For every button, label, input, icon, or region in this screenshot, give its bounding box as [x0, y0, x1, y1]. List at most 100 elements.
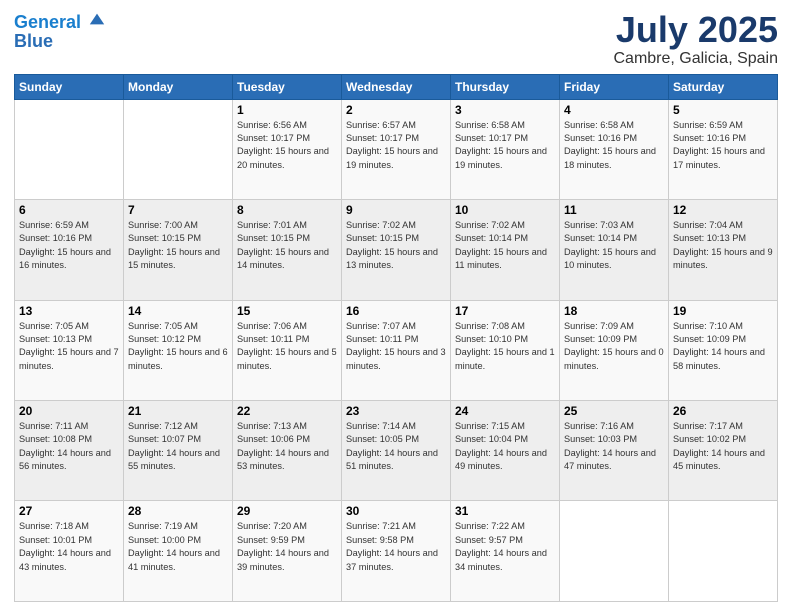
day-info: Sunrise: 7:01 AM Sunset: 10:15 PM Daylig…	[237, 219, 337, 272]
day-number: 26	[673, 404, 773, 418]
day-info: Sunrise: 7:15 AM Sunset: 10:04 PM Daylig…	[455, 420, 555, 473]
calendar-cell: 4 Sunrise: 6:58 AM Sunset: 10:16 PM Dayli…	[560, 99, 669, 199]
day-number: 8	[237, 203, 337, 217]
day-info: Sunrise: 7:21 AM Sunset: 9:58 PM Dayligh…	[346, 520, 446, 573]
day-number: 2	[346, 103, 446, 117]
day-info: Sunrise: 6:59 AM Sunset: 10:16 PM Daylig…	[673, 119, 773, 172]
day-info: Sunrise: 7:22 AM Sunset: 9:57 PM Dayligh…	[455, 520, 555, 573]
calendar-cell: 31 Sunrise: 7:22 AM Sunset: 9:57 PM Dayli…	[451, 501, 560, 602]
day-number: 12	[673, 203, 773, 217]
day-number: 4	[564, 103, 664, 117]
calendar-week-row: 27 Sunrise: 7:18 AM Sunset: 10:01 PM Dayl…	[15, 501, 778, 602]
day-info: Sunrise: 7:09 AM Sunset: 10:09 PM Daylig…	[564, 320, 664, 373]
calendar-cell: 23 Sunrise: 7:14 AM Sunset: 10:05 PM Dayl…	[342, 401, 451, 501]
day-number: 18	[564, 304, 664, 318]
calendar-cell	[560, 501, 669, 602]
day-number: 3	[455, 103, 555, 117]
day-number: 22	[237, 404, 337, 418]
calendar-cell: 14Sunrise: 7:05 AM Sunset: 10:12 PM Dayl…	[124, 300, 233, 400]
calendar-table: SundayMondayTuesdayWednesdayThursdayFrid…	[14, 74, 778, 602]
calendar-cell: 25Sunrise: 7:16 AM Sunset: 10:03 PM Dayl…	[560, 401, 669, 501]
day-number: 24	[455, 404, 555, 418]
day-number: 20	[19, 404, 119, 418]
calendar-cell	[124, 99, 233, 199]
calendar-cell: 20Sunrise: 7:11 AM Sunset: 10:08 PM Dayl…	[15, 401, 124, 501]
calendar-cell: 6 Sunrise: 6:59 AM Sunset: 10:16 PM Dayli…	[15, 200, 124, 300]
day-info: Sunrise: 7:06 AM Sunset: 10:11 PM Daylig…	[237, 320, 337, 373]
calendar-day-header: Thursday	[451, 74, 560, 99]
day-number: 28	[128, 504, 228, 518]
calendar-day-header: Monday	[124, 74, 233, 99]
main-title: July 2025	[613, 10, 778, 50]
calendar-cell: 12Sunrise: 7:04 AM Sunset: 10:13 PM Dayl…	[669, 200, 778, 300]
logo-text: General	[14, 10, 106, 33]
calendar-cell: 26 Sunrise: 7:17 AM Sunset: 10:02 PM Dayl…	[669, 401, 778, 501]
day-number: 10	[455, 203, 555, 217]
calendar-cell: 7 Sunrise: 7:00 AM Sunset: 10:15 PM Dayli…	[124, 200, 233, 300]
day-info: Sunrise: 7:12 AM Sunset: 10:07 PM Daylig…	[128, 420, 228, 473]
calendar-week-row: 1 Sunrise: 6:56 AM Sunset: 10:17 PM Dayli…	[15, 99, 778, 199]
calendar-day-header: Tuesday	[233, 74, 342, 99]
day-number: 23	[346, 404, 446, 418]
day-number: 17	[455, 304, 555, 318]
day-info: Sunrise: 7:07 AM Sunset: 10:11 PM Daylig…	[346, 320, 446, 373]
calendar-cell: 28 Sunrise: 7:19 AM Sunset: 10:00 PM Dayl…	[124, 501, 233, 602]
day-info: Sunrise: 6:56 AM Sunset: 10:17 PM Daylig…	[237, 119, 337, 172]
calendar-day-header: Friday	[560, 74, 669, 99]
calendar-header-row: SundayMondayTuesdayWednesdayThursdayFrid…	[15, 74, 778, 99]
day-number: 13	[19, 304, 119, 318]
day-number: 6	[19, 203, 119, 217]
day-info: Sunrise: 6:59 AM Sunset: 10:16 PM Daylig…	[19, 219, 119, 272]
calendar-cell: 30Sunrise: 7:21 AM Sunset: 9:58 PM Dayli…	[342, 501, 451, 602]
day-number: 1	[237, 103, 337, 117]
calendar-week-row: 6 Sunrise: 6:59 AM Sunset: 10:16 PM Dayli…	[15, 200, 778, 300]
day-info: Sunrise: 6:58 AM Sunset: 10:16 PM Daylig…	[564, 119, 664, 172]
calendar-cell: 10 Sunrise: 7:02 AM Sunset: 10:14 PM Dayl…	[451, 200, 560, 300]
logo: General Blue	[14, 10, 106, 52]
calendar-cell: 21 Sunrise: 7:12 AM Sunset: 10:07 PM Dayl…	[124, 401, 233, 501]
page: General Blue July 2025 Cambre, Galicia, …	[0, 0, 792, 612]
day-info: Sunrise: 7:13 AM Sunset: 10:06 PM Daylig…	[237, 420, 337, 473]
day-number: 19	[673, 304, 773, 318]
day-number: 5	[673, 103, 773, 117]
calendar-cell: 22 Sunrise: 7:13 AM Sunset: 10:06 PM Dayl…	[233, 401, 342, 501]
calendar-cell: 3 Sunrise: 6:58 AM Sunset: 10:17 PM Dayli…	[451, 99, 560, 199]
calendar-cell: 9Sunrise: 7:02 AM Sunset: 10:15 PM Dayli…	[342, 200, 451, 300]
calendar-cell: 27 Sunrise: 7:18 AM Sunset: 10:01 PM Dayl…	[15, 501, 124, 602]
day-info: Sunrise: 7:05 AM Sunset: 10:13 PM Daylig…	[19, 320, 119, 373]
day-info: Sunrise: 7:14 AM Sunset: 10:05 PM Daylig…	[346, 420, 446, 473]
calendar-week-row: 20Sunrise: 7:11 AM Sunset: 10:08 PM Dayl…	[15, 401, 778, 501]
day-number: 7	[128, 203, 228, 217]
calendar-day-header: Sunday	[15, 74, 124, 99]
day-info: Sunrise: 7:00 AM Sunset: 10:15 PM Daylig…	[128, 219, 228, 272]
day-number: 21	[128, 404, 228, 418]
day-info: Sunrise: 7:20 AM Sunset: 9:59 PM Dayligh…	[237, 520, 337, 573]
day-number: 27	[19, 504, 119, 518]
day-number: 31	[455, 504, 555, 518]
day-info: Sunrise: 7:16 AM Sunset: 10:03 PM Daylig…	[564, 420, 664, 473]
day-number: 15	[237, 304, 337, 318]
calendar-cell: 2Sunrise: 6:57 AM Sunset: 10:17 PM Dayli…	[342, 99, 451, 199]
calendar-cell	[15, 99, 124, 199]
calendar-cell: 13 Sunrise: 7:05 AM Sunset: 10:13 PM Dayl…	[15, 300, 124, 400]
calendar-cell: 1 Sunrise: 6:56 AM Sunset: 10:17 PM Dayli…	[233, 99, 342, 199]
day-number: 16	[346, 304, 446, 318]
day-info: Sunrise: 7:05 AM Sunset: 10:12 PM Daylig…	[128, 320, 228, 373]
calendar-cell: 15 Sunrise: 7:06 AM Sunset: 10:11 PM Dayl…	[233, 300, 342, 400]
logo-icon	[88, 10, 106, 28]
day-info: Sunrise: 6:58 AM Sunset: 10:17 PM Daylig…	[455, 119, 555, 172]
day-number: 9	[346, 203, 446, 217]
day-info: Sunrise: 7:03 AM Sunset: 10:14 PM Daylig…	[564, 219, 664, 272]
day-info: Sunrise: 7:02 AM Sunset: 10:14 PM Daylig…	[455, 219, 555, 272]
day-info: Sunrise: 7:19 AM Sunset: 10:00 PM Daylig…	[128, 520, 228, 573]
day-info: Sunrise: 7:18 AM Sunset: 10:01 PM Daylig…	[19, 520, 119, 573]
logo-blue: Blue	[14, 31, 106, 52]
day-info: Sunrise: 7:17 AM Sunset: 10:02 PM Daylig…	[673, 420, 773, 473]
day-info: Sunrise: 7:10 AM Sunset: 10:09 PM Daylig…	[673, 320, 773, 373]
day-number: 11	[564, 203, 664, 217]
subtitle: Cambre, Galicia, Spain	[613, 50, 778, 68]
calendar-cell: 19 Sunrise: 7:10 AM Sunset: 10:09 PM Dayl…	[669, 300, 778, 400]
calendar-cell: 24 Sunrise: 7:15 AM Sunset: 10:04 PM Dayl…	[451, 401, 560, 501]
calendar-week-row: 13 Sunrise: 7:05 AM Sunset: 10:13 PM Dayl…	[15, 300, 778, 400]
calendar-cell: 11 Sunrise: 7:03 AM Sunset: 10:14 PM Dayl…	[560, 200, 669, 300]
